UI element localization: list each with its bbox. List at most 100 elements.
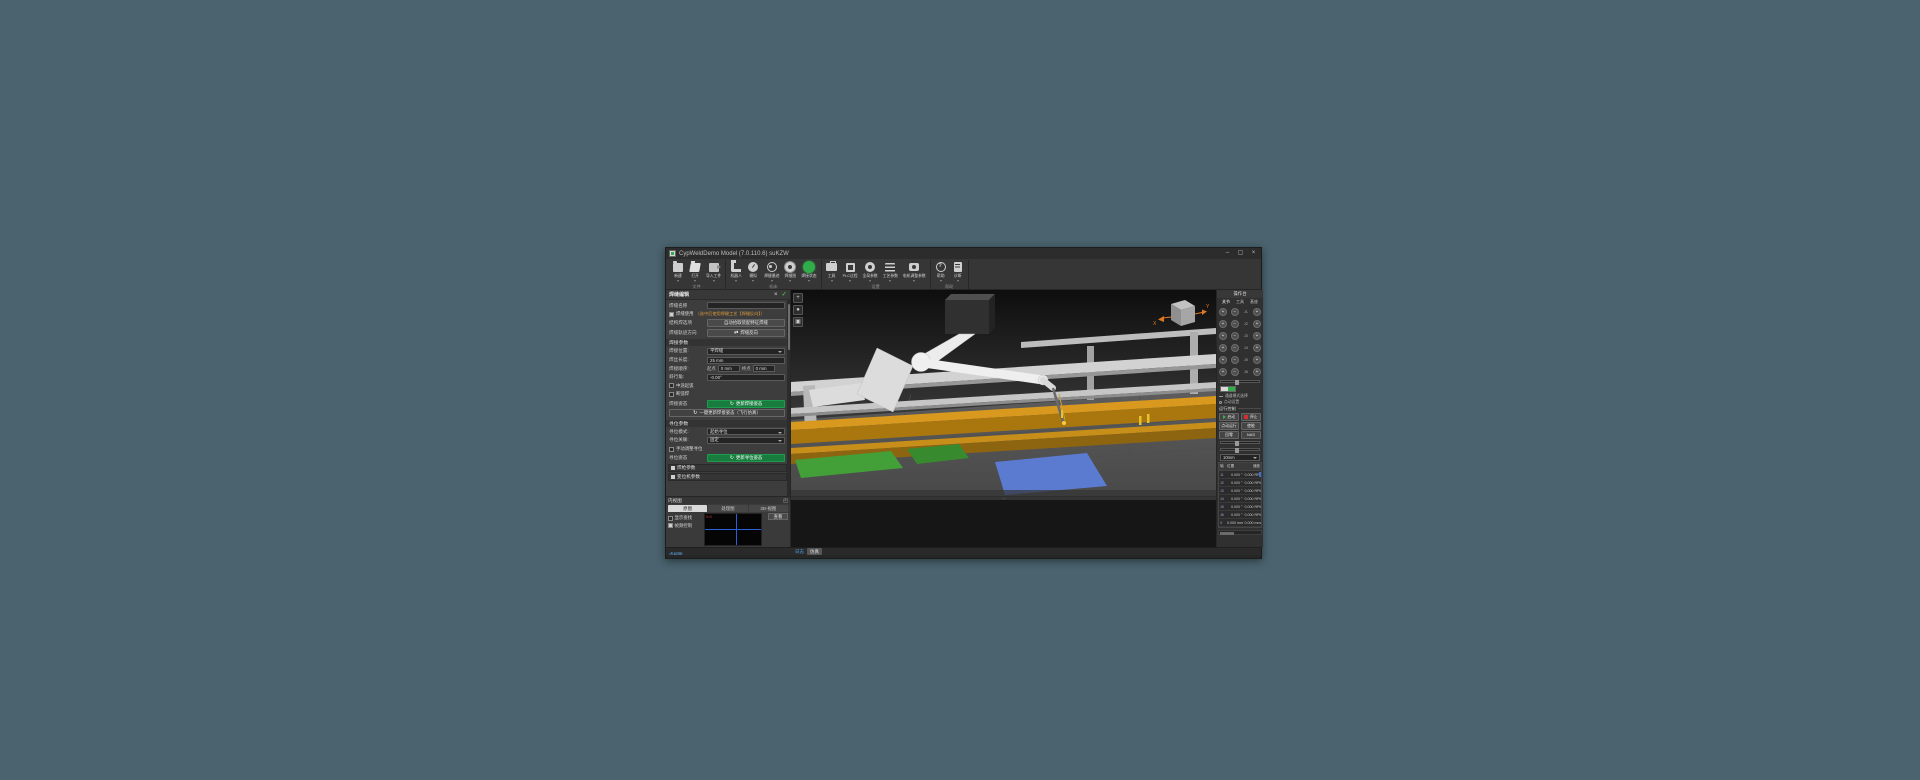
table-row[interactable]: J1 0.000 ° 0.000 RPM — [1219, 471, 1261, 479]
jog-plus-button[interactable] — [1219, 344, 1227, 352]
coord-tab-base[interactable]: 基座 — [1250, 299, 1258, 305]
close-button[interactable]: × — [1249, 249, 1258, 258]
table-row[interactable]: J3 0.000 ° 0.000 RPM — [1219, 487, 1261, 495]
auto-pick-seam-button[interactable]: 自动拾取装配特征焊缝 — [707, 319, 785, 328]
table-row[interactable]: J5 0.000 ° 0.000 RPM — [1219, 503, 1261, 511]
end-input[interactable]: 0 mm — [752, 365, 775, 373]
locate-mode-select[interactable]: 起始寻位 — [707, 428, 785, 436]
show-find-checkbox[interactable] — [668, 515, 673, 521]
jog-minus-button[interactable] — [1230, 368, 1239, 376]
step-select[interactable]: 10mm — [1220, 453, 1260, 461]
camera-tool-button[interactable]: ▣ — [793, 317, 803, 327]
ribbon-item[interactable]: 工具 — [824, 260, 840, 283]
tab-3d-view[interactable]: 3D-视图 — [748, 505, 788, 513]
locate-link-select[interactable]: 固定 — [707, 436, 785, 444]
titlebar[interactable]: CypWeldDemo Model (7.0.110.6) suKZW – ▢ … — [666, 248, 1261, 259]
frame-rate-checkbox[interactable] — [668, 523, 673, 529]
jog-plus-button[interactable] — [1252, 320, 1261, 328]
horizontal-scrollbar[interactable] — [1218, 530, 1262, 535]
onekey-update-button[interactable]: ↻ 一键更新焊接姿态（飞行仿真） — [669, 409, 785, 418]
restrike-checkbox[interactable] — [669, 383, 674, 389]
tab-processed-image[interactable]: 处理图 — [708, 505, 748, 513]
ribbon-item[interactable]: 焊缝图 — [782, 260, 798, 283]
start-input[interactable]: 0 mm — [717, 365, 740, 373]
seam-use-checkbox[interactable] — [669, 311, 674, 317]
ribbon-item[interactable]: 机器人 — [728, 260, 744, 283]
aux-slider-2[interactable] — [1220, 447, 1260, 453]
ribbon-item[interactable]: 工艺参数 — [881, 260, 900, 283]
manual-locate-checkbox[interactable] — [669, 446, 674, 452]
aux-slider-1[interactable] — [1220, 440, 1260, 446]
jog-minus-button[interactable] — [1230, 344, 1239, 352]
jog-minus-button[interactable] — [1230, 356, 1239, 364]
jog-minus-button[interactable] — [1230, 332, 1239, 340]
slider-thumb[interactable] — [1235, 447, 1240, 453]
coord-tab-joint[interactable]: 关节 — [1222, 299, 1230, 305]
jog-minus-button[interactable] — [1230, 320, 1239, 328]
jog-plus-button[interactable] — [1252, 308, 1261, 316]
view-button[interactable]: 查看 — [768, 513, 788, 521]
arcbreak-checkbox[interactable] — [669, 391, 674, 397]
ribbon-item[interactable]: 导入工件 — [704, 260, 723, 283]
ribbon-item[interactable]: 焊接状态 — [799, 260, 818, 283]
update-locate-pose-button[interactable]: ↻ 更新寻位姿态 — [707, 454, 785, 463]
tab-raw-image[interactable]: 原图 — [668, 505, 708, 513]
camera-preview[interactable]: 0×0 — [704, 513, 762, 546]
seam-reverse-button[interactable]: ⇄ 焊缝反向 — [707, 328, 785, 337]
slider-thumb[interactable] — [1235, 379, 1240, 385]
ribbon-item[interactable]: 新建 — [670, 260, 686, 283]
ribbon-item[interactable]: 焊缝循迹 — [762, 260, 781, 283]
jog-plus-button[interactable] — [1219, 320, 1227, 328]
tab-log[interactable]: 日志 — [795, 549, 804, 555]
confirm-check-icon[interactable]: ✓ — [782, 291, 787, 299]
positioner-params-collapsed-section[interactable]: 变位机参数 — [668, 473, 787, 482]
torch-params-collapsed-section[interactable]: 焊枪参数 — [668, 463, 787, 472]
log-panel[interactable]: ⋯ — [791, 496, 1216, 547]
ribbon-item[interactable]: 诊断 — [950, 260, 966, 283]
seam-name-input[interactable] — [707, 302, 785, 309]
close-icon[interactable]: × — [774, 291, 778, 299]
viewport-3d[interactable]: + ● ▣ X Y — [791, 290, 1216, 497]
stop-button[interactable]: 停止 — [1241, 412, 1261, 421]
enable-button[interactable]: 使能 — [1241, 421, 1261, 430]
scrollbar-thumb[interactable] — [787, 304, 790, 350]
wire-length-input[interactable]: 25 mm — [707, 356, 785, 364]
jog-plus-button[interactable] — [1252, 332, 1261, 340]
table-row[interactable]: X 0.000 mm 0.000 mm/s — [1219, 519, 1261, 527]
enable-toggle[interactable] — [1220, 386, 1236, 392]
jog-plus-button[interactable] — [1252, 356, 1261, 364]
zoom-tool-button[interactable]: ● — [793, 305, 803, 315]
jog-run-button[interactable]: 点动运行 — [1219, 421, 1239, 430]
scrollbar-thumb[interactable] — [1220, 531, 1234, 535]
coord-tab-tool[interactable]: 工具 — [1236, 299, 1244, 305]
start-button[interactable]: 启动 — [1219, 412, 1239, 421]
table-row[interactable]: J6 0.000 ° 0.000 RPM — [1219, 511, 1261, 519]
minimize-button[interactable]: – — [1223, 249, 1232, 258]
jog-plus-button[interactable] — [1252, 344, 1261, 352]
expand-icon[interactable]: ◰ — [783, 498, 788, 504]
jog-plus-button[interactable] — [1252, 368, 1261, 376]
ribbon-item[interactable]: 电机调整参数 — [901, 260, 928, 283]
jog-plus-button[interactable] — [1219, 332, 1227, 340]
slider-thumb[interactable] — [1235, 440, 1240, 446]
table-row[interactable]: J4 0.000 ° 0.000 RPM — [1219, 495, 1261, 503]
ribbon-item[interactable]: 打开 — [687, 260, 703, 283]
maximize-button[interactable]: ▢ — [1236, 249, 1245, 258]
ribbon-item[interactable]: 模拟 — [745, 260, 761, 283]
jog-plus-button[interactable] — [1219, 308, 1227, 316]
ribbon-item[interactable]: 全局参数 — [861, 260, 880, 283]
jog-plus-button[interactable] — [1219, 368, 1227, 376]
nas-button[interactable]: NAS — [1241, 430, 1261, 439]
jog-plus-button[interactable] — [1219, 356, 1227, 364]
table-row[interactable]: J2 0.000 ° 0.000 RPM — [1219, 479, 1261, 487]
ribbon-item[interactable]: 帮助 — [933, 260, 949, 283]
ribbon-item[interactable]: PLC过程 — [841, 260, 860, 283]
tilt-angle-input[interactable]: -0.00° — [707, 373, 785, 381]
speed-slider[interactable] — [1220, 379, 1260, 385]
vertical-scrollbar[interactable] — [787, 300, 790, 497]
tab-simulation[interactable]: 仿真 — [807, 548, 822, 555]
pan-tool-button[interactable]: + — [793, 293, 803, 303]
home-button[interactable]: 回零 — [1219, 430, 1239, 439]
update-weld-pose-button[interactable]: ↻ 更新焊接姿态 — [707, 399, 785, 408]
weld-position-select[interactable]: 平焊缝 — [707, 347, 785, 355]
